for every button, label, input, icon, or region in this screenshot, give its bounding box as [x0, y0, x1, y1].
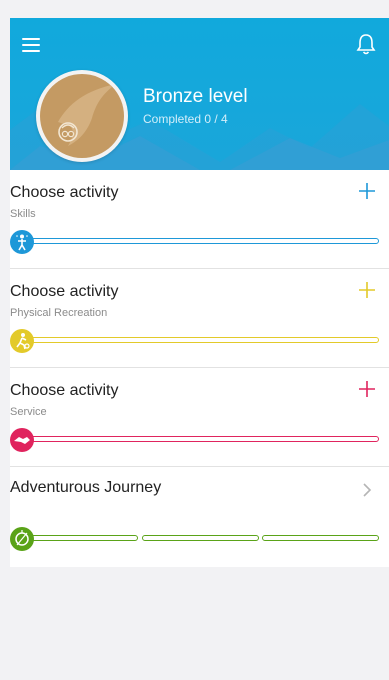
notification-bell-icon[interactable]: [355, 32, 377, 56]
section-title: Choose activity: [10, 283, 119, 300]
progress-segment: [142, 535, 259, 541]
section-adventurous-journey[interactable]: Adventurous Journey: [10, 467, 389, 567]
progress-bar: [30, 337, 379, 343]
add-physical-recreation-button[interactable]: [355, 277, 379, 307]
progress-bar: [30, 436, 379, 442]
progress-bar: [30, 238, 379, 244]
activity-list: Choose activity Skills Choose activity P…: [10, 170, 389, 567]
plus-icon: [359, 282, 375, 298]
compass-icon: [10, 527, 34, 551]
progress-segment: [262, 535, 379, 541]
plus-icon: [359, 381, 375, 397]
level-header: Bronze level Completed 0 / 4: [10, 18, 389, 170]
section-title: Choose activity: [10, 382, 119, 399]
section-subtitle: Physical Recreation: [10, 307, 108, 319]
bronze-level-badge: [36, 70, 128, 162]
section-title: Adventurous Journey: [10, 479, 162, 496]
section-skills[interactable]: Choose activity Skills: [10, 170, 389, 269]
physical-recreation-icon: [10, 329, 34, 353]
adventurous-journey-progress: [10, 527, 379, 551]
section-subtitle: Skills: [10, 208, 36, 220]
app-screen: Bronze level Completed 0 / 4 Choose acti…: [10, 18, 389, 680]
section-service[interactable]: Choose activity Service: [10, 368, 389, 467]
plus-icon: [359, 183, 375, 199]
menu-button[interactable]: [22, 38, 40, 54]
chevron-right-icon: [363, 483, 372, 497]
add-skills-button[interactable]: [355, 178, 379, 208]
skills-icon: [10, 230, 34, 254]
bird-emblem-icon: [58, 84, 116, 146]
physical-recreation-progress: [10, 329, 379, 353]
add-service-button[interactable]: [355, 376, 379, 406]
progress-segment: [30, 535, 138, 541]
open-adventurous-journey-button[interactable]: [355, 479, 379, 509]
service-handshake-icon: [10, 428, 34, 452]
level-title: Bronze level: [143, 86, 248, 107]
skills-progress: [10, 230, 379, 254]
section-physical-recreation[interactable]: Choose activity Physical Recreation: [10, 269, 389, 368]
section-subtitle: Service: [10, 406, 47, 418]
section-title: Choose activity: [10, 184, 119, 201]
service-progress: [10, 428, 379, 452]
level-progress-text: Completed 0 / 4: [143, 112, 228, 126]
